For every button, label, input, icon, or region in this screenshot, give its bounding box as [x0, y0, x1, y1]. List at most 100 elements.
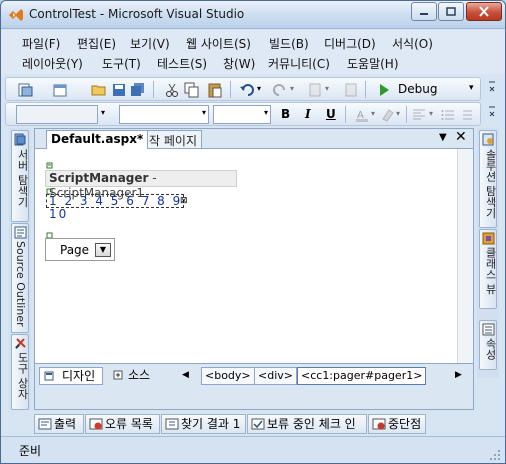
pager-control[interactable]: 1 2 3 4 5 6 7 8 9 10 [46, 194, 184, 221]
navigate-backward-icon[interactable] [307, 82, 323, 98]
page-dropdown-control[interactable]: Page ▼ [45, 238, 115, 261]
start-debugging-icon[interactable] [376, 82, 392, 98]
highlight-color-icon[interactable] [380, 107, 396, 123]
save-all-icon[interactable] [130, 82, 146, 98]
menu-tools[interactable]: 도구(T) [102, 55, 141, 72]
document-tab-strip: Default.aspx* 시작 페이지 ▼ ✕ [35, 129, 473, 149]
properties-label: 속성 [484, 338, 497, 360]
left-tool-panel: 서버 탐색기 Source Outliner 도구 상자 [9, 128, 31, 410]
menu-view[interactable]: 보기(V) [130, 35, 170, 52]
resize-grip-icon[interactable] [489, 449, 501, 461]
design-surface[interactable]: ScriptManager - ScriptManager1 1 2 3 4 5… [35, 148, 473, 364]
menu-help[interactable]: 도움말(H) [347, 55, 399, 72]
block-format-combo[interactable] [16, 105, 98, 124]
source-view-tab[interactable]: 소스 [111, 367, 161, 385]
fore-color-icon[interactable]: A [354, 107, 370, 123]
tab-breakpoints-label: 중단점 [388, 417, 422, 431]
menu-community[interactable]: 커뮤니티(C) [268, 55, 330, 72]
page-dropdown-label: Page [60, 243, 90, 257]
tab-default-aspx[interactable]: Default.aspx* [46, 130, 149, 149]
menu-window[interactable]: 창(W) [223, 55, 255, 72]
source-outliner-tab[interactable]: Source Outliner [11, 223, 29, 333]
tab-find-results[interactable]: 찾기 결과 1 [161, 414, 246, 434]
paste-icon[interactable] [207, 82, 223, 98]
output-tab-strip: 출력 오류 목록 찾기 결과 1 보류 중인 체크 인 중단점 [34, 414, 505, 434]
open-folder-icon[interactable] [91, 82, 107, 98]
tab-pending-checkins-label: 보류 중인 체크 인 [267, 417, 356, 431]
server-explorer-tab[interactable]: 서버 탐색기 [11, 130, 29, 222]
solution-explorer-tab[interactable]: 솔루션 탐색기 [479, 130, 497, 228]
tab-find-results-label: 찾기 결과 1 [181, 417, 241, 431]
config-dropdown-icon[interactable]: ▾ [469, 83, 474, 93]
formatting-toolbar: ▾ ▾ ▾ B I U A ▾ ▾ ▾ [5, 102, 481, 126]
close-document-icon[interactable]: ✕ [455, 129, 467, 145]
block-format-dropdown-icon[interactable]: ▾ [101, 108, 105, 117]
solution-explorer-icon [482, 133, 494, 146]
redo-icon[interactable] [272, 82, 288, 98]
underline-button[interactable]: U [326, 107, 336, 121]
active-files-dropdown-icon[interactable]: ▼ [439, 132, 447, 143]
font-size-dropdown-icon[interactable]: ▾ [264, 108, 268, 117]
navigate-dropdown-icon[interactable]: ▾ [325, 84, 329, 93]
menu-file[interactable]: 파일(F) [22, 35, 60, 52]
design-view-icon [44, 371, 54, 381]
script-manager-control[interactable]: ScriptManager - ScriptManager1 [45, 170, 237, 200]
design-vertical-scrollbar[interactable] [457, 149, 473, 364]
minimize-button[interactable] [411, 2, 437, 21]
navigate-forward-icon[interactable] [343, 82, 359, 98]
menu-layout[interactable]: 레이아웃(Y) [22, 55, 83, 72]
maximize-icon [446, 7, 456, 16]
italic-button[interactable]: I [305, 107, 311, 121]
solution-config-value[interactable]: Debug [398, 82, 437, 96]
cut-icon[interactable] [164, 82, 180, 98]
tab-output[interactable]: 출력 [34, 414, 84, 434]
font-size-combo[interactable] [213, 105, 271, 124]
toolbox-label: 도구 상자 [16, 352, 29, 400]
tab-breakpoints[interactable]: 중단점 [368, 414, 426, 434]
align-icon[interactable] [411, 107, 427, 123]
properties-tab[interactable]: 속성 [479, 320, 497, 370]
pager-numbers: 1 2 3 4 5 6 7 8 9 10 [49, 194, 183, 221]
breadcrumb-left-icon[interactable]: ◀ [182, 370, 189, 380]
save-icon[interactable] [111, 82, 127, 98]
smart-tag-icon[interactable]: ⊠ [180, 196, 188, 206]
menu-edit[interactable]: 편집(E) [77, 35, 116, 52]
source-view-icon [113, 370, 123, 380]
standard-toolbar: ▾ ▾ ▾ Debug ▾ [5, 77, 481, 101]
status-bar: 준비 [1, 436, 505, 463]
right-tool-panel: 솔루션 탐색기 클래스 뷰 속성 [477, 128, 499, 378]
breakpoints-icon [372, 418, 386, 430]
toolbar2-overflow-icon[interactable] [487, 104, 497, 124]
breadcrumb-right-icon[interactable]: ▶ [455, 370, 462, 380]
undo-dropdown-icon[interactable]: ▾ [257, 84, 261, 93]
font-name-dropdown-icon[interactable]: ▾ [202, 108, 206, 117]
pending-checkins-icon [251, 418, 265, 430]
bullets-icon[interactable] [440, 107, 456, 123]
undo-icon[interactable] [239, 82, 255, 98]
design-view-tab[interactable]: 디자인 [39, 367, 103, 385]
toolbox-tab[interactable]: 도구 상자 [11, 334, 29, 410]
class-view-tab[interactable]: 클래스 뷰 [479, 229, 497, 309]
breadcrumb-body[interactable]: <body> [201, 367, 255, 385]
maximize-button[interactable] [438, 2, 464, 21]
add-project-icon[interactable] [18, 82, 34, 98]
breadcrumb-div[interactable]: <div> [254, 367, 297, 385]
copy-icon[interactable] [184, 82, 200, 98]
toolbox-icon [15, 338, 26, 349]
tab-pending-checkins[interactable]: 보류 중인 체크 인 [247, 414, 367, 434]
font-name-combo[interactable] [119, 105, 209, 124]
tab-error-list[interactable]: 오류 목록 [85, 414, 160, 434]
breadcrumb-pager[interactable]: <cc1:pager#pager1> [297, 367, 427, 385]
close-button[interactable] [466, 2, 502, 21]
toolbar-overflow-icon[interactable] [487, 79, 497, 99]
menu-test[interactable]: 테스트(S) [157, 55, 207, 72]
add-item-icon[interactable] [52, 82, 68, 98]
menu-website[interactable]: 웹 사이트(S) [186, 35, 251, 52]
menu-debug[interactable]: 디버그(D) [324, 35, 376, 52]
menu-format[interactable]: 서식(O) [392, 35, 433, 52]
bold-button[interactable]: B [281, 107, 290, 121]
redo-dropdown-icon[interactable]: ▾ [290, 84, 294, 93]
menu-build[interactable]: 빌드(B) [269, 35, 309, 52]
page-dropdown-arrow-icon[interactable]: ▼ [95, 243, 111, 257]
numbering-icon[interactable] [458, 107, 474, 123]
